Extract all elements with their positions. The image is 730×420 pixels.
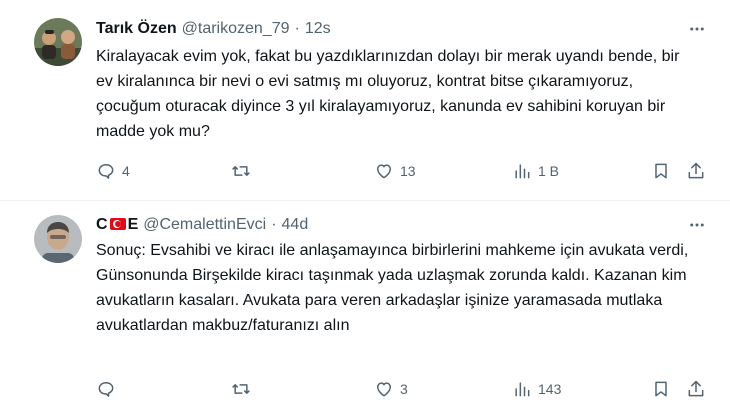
share-icon: [688, 380, 704, 397]
views-button[interactable]: 1 B: [512, 159, 559, 183]
user-handle[interactable]: @tarikozen_79: [182, 20, 290, 38]
display-name-part: E: [127, 216, 139, 233]
tweet-header: Tarık Özen @tarikozen_79 · 12s: [96, 18, 331, 40]
like-button[interactable]: 13: [374, 159, 416, 183]
display-name[interactable]: CE: [96, 216, 138, 234]
reply-icon: [98, 382, 114, 397]
share-button[interactable]: [686, 159, 706, 183]
bookmark-icon: [655, 163, 667, 179]
tweet-actions: 4 13 1 B: [96, 159, 710, 183]
share-button[interactable]: [686, 377, 706, 401]
reply-count: 4: [122, 163, 130, 179]
more-icon[interactable]: [686, 18, 708, 40]
retweet-button[interactable]: [231, 159, 257, 183]
display-name[interactable]: Tarık Özen: [96, 20, 177, 38]
view-count: 1 B: [538, 163, 560, 179]
views-icon: [515, 382, 530, 397]
timestamp[interactable]: 44d: [282, 216, 309, 234]
retweet-button[interactable]: [231, 377, 257, 401]
heart-icon: [377, 382, 391, 397]
reply-button[interactable]: 4: [96, 159, 130, 183]
timestamp[interactable]: 12s: [305, 20, 331, 38]
more-icon[interactable]: [686, 214, 708, 236]
reply-button[interactable]: [96, 377, 122, 401]
heart-icon: [377, 164, 391, 179]
bookmark-button[interactable]: [651, 377, 671, 401]
view-count: 143: [538, 381, 562, 397]
tweet-header: CE @CemalettinEvci · 44d: [96, 214, 308, 236]
like-count: 3: [400, 381, 408, 397]
views-button[interactable]: 143: [512, 377, 561, 401]
bookmark-icon: [655, 381, 667, 397]
separator-dot: ·: [271, 216, 277, 233]
tweet-actions: 3 143: [96, 377, 710, 401]
turkish-flag-icon: [109, 218, 126, 230]
reply-icon: [98, 164, 114, 179]
share-icon: [688, 162, 704, 179]
retweet-icon: [232, 384, 250, 394]
tweet[interactable]: Tarık Özen @tarikozen_79 · 12s Kiralayac…: [0, 0, 730, 200]
like-count: 13: [400, 163, 416, 179]
retweet-icon: [232, 166, 250, 176]
user-handle[interactable]: @CemalettinEvci: [143, 216, 266, 234]
tweet-text: Kiralayacak evim yok, fakat bu yazdıklar…: [96, 48, 680, 140]
avatar[interactable]: [34, 18, 82, 66]
bookmark-button[interactable]: [651, 159, 671, 183]
display-name-part: C: [96, 216, 108, 233]
tweet[interactable]: CE @CemalettinEvci · 44d Sonuç: Evsahibi…: [0, 201, 730, 420]
separator-dot: ·: [294, 20, 300, 37]
like-button[interactable]: 3: [374, 377, 408, 401]
avatar[interactable]: [34, 215, 82, 263]
views-icon: [515, 164, 530, 179]
tweet-text: Sonuç: Evsahibi ve kiracı ile anlaşamayı…: [96, 242, 689, 334]
